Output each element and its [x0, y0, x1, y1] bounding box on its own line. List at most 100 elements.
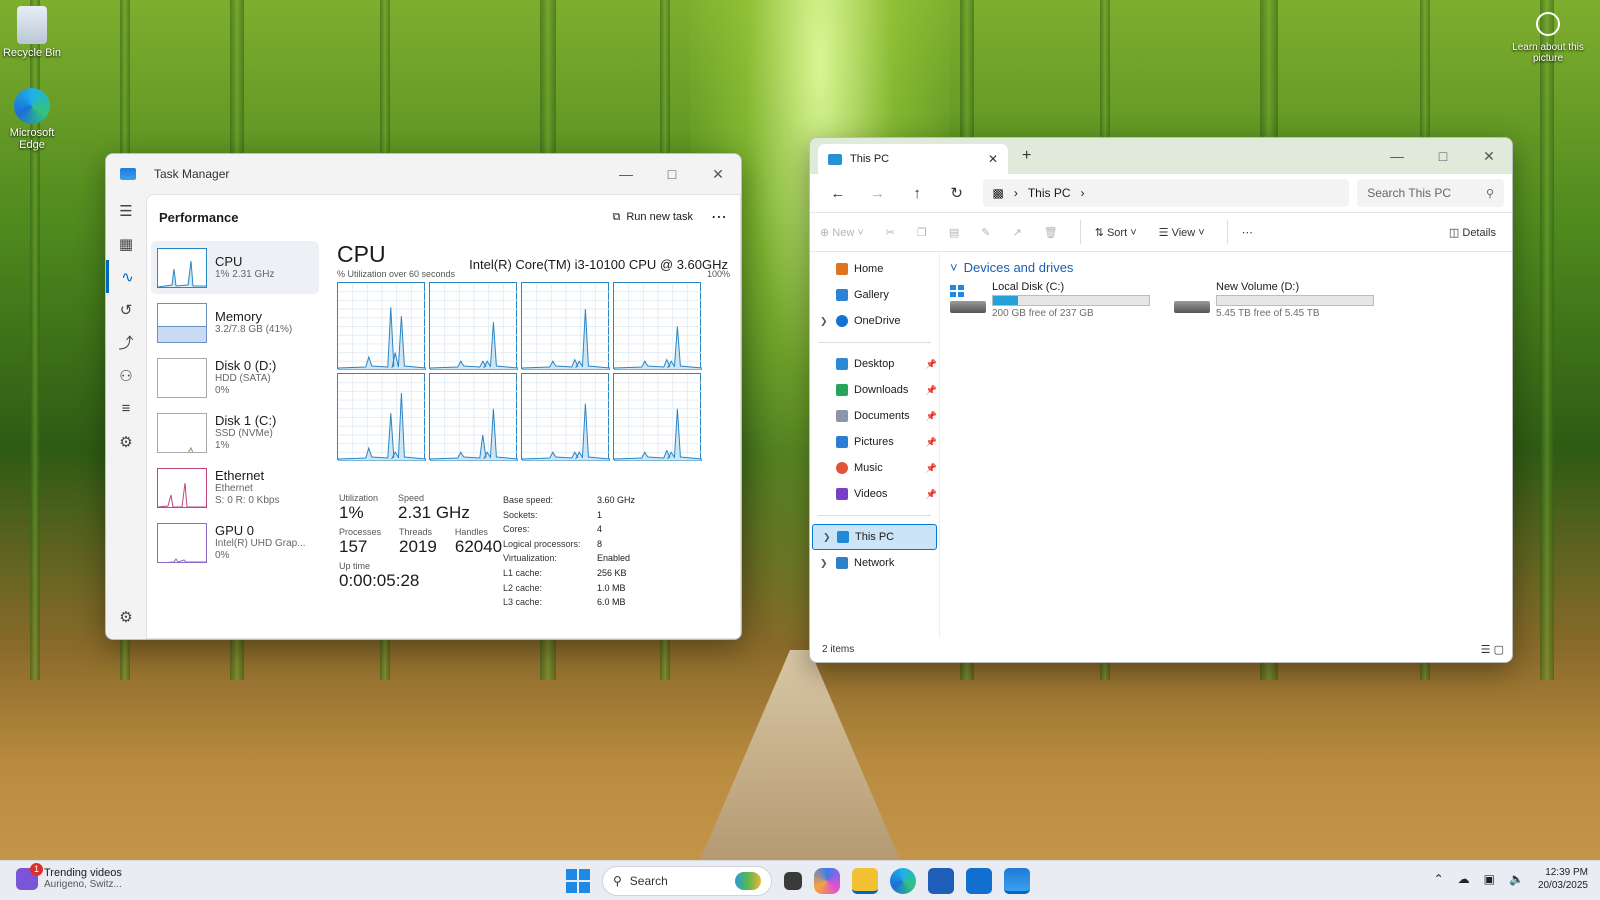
- drive-c[interactable]: Local Disk (C:) 200 GB free of 237 GB: [950, 281, 1160, 319]
- users-icon[interactable]: ⚇: [106, 359, 146, 392]
- edge-shortcut[interactable]: Microsoft Edge: [0, 88, 64, 151]
- nav-item-pictures[interactable]: Pictures 📌: [810, 429, 939, 455]
- minimize-button[interactable]: —: [603, 158, 649, 190]
- search-input[interactable]: Search This PC ⚲: [1357, 179, 1504, 207]
- resource-name: Disk 1 (C:): [215, 413, 277, 428]
- resource-disk1[interactable]: Disk 1 (C:) SSD (NVMe) 1%: [151, 406, 319, 459]
- more-options-button[interactable]: ⋯: [1242, 226, 1253, 239]
- store-icon[interactable]: [928, 868, 954, 894]
- nav-item-videos[interactable]: Videos 📌: [810, 481, 939, 507]
- app-history-icon[interactable]: ↺: [106, 293, 146, 326]
- nav-label: Home: [854, 263, 884, 275]
- resource-memory[interactable]: Memory 3.2/7.8 GB (41%): [151, 296, 319, 349]
- services-icon[interactable]: ⚙: [106, 425, 146, 458]
- tab-this-pc[interactable]: This PC ✕: [818, 144, 1008, 174]
- cut-icon[interactable]: ✂: [886, 226, 895, 239]
- share-icon[interactable]: ↗: [1013, 226, 1022, 239]
- explorer-titlebar[interactable]: This PC ✕ + — □ ✕: [810, 138, 1512, 174]
- task-manager-icon[interactable]: [1004, 868, 1030, 894]
- outlook-icon[interactable]: [966, 868, 992, 894]
- expand-icon[interactable]: ❯: [823, 532, 831, 543]
- nav-item-home[interactable]: Home: [810, 256, 939, 282]
- nav-item-documents[interactable]: Documents 📌: [810, 403, 939, 429]
- close-button[interactable]: ✕: [695, 158, 741, 190]
- up-button[interactable]: ↑: [897, 185, 937, 202]
- minimize-button[interactable]: —: [1374, 140, 1420, 172]
- nav-item-network[interactable]: ❯ Network: [810, 550, 939, 576]
- search-icon: ⚲: [613, 874, 622, 888]
- search-label: Search: [629, 874, 668, 888]
- taskbar-search[interactable]: ⚲ Search: [602, 866, 772, 896]
- clock[interactable]: 12:39 PM 20/03/2025: [1538, 866, 1588, 892]
- processes-icon[interactable]: ▦: [106, 227, 146, 260]
- task-view-icon[interactable]: [784, 872, 802, 890]
- details-icon[interactable]: ≡: [106, 392, 146, 425]
- delete-icon[interactable]: 🗑: [1044, 226, 1058, 239]
- chevron-up-icon[interactable]: ⌃: [1434, 872, 1444, 886]
- copilot-icon[interactable]: [814, 868, 840, 894]
- download-icon: [836, 384, 848, 396]
- close-button[interactable]: ✕: [1466, 140, 1512, 172]
- more-options-button[interactable]: ⋯: [711, 207, 728, 227]
- maximize-button[interactable]: □: [649, 158, 695, 190]
- start-button[interactable]: [566, 869, 590, 893]
- performance-icon[interactable]: ∿: [106, 260, 146, 293]
- new-button[interactable]: ⊕ New ˅: [820, 226, 864, 239]
- spec-row: Base speed: 3.60 GHz: [503, 493, 635, 508]
- nav-item-onedrive[interactable]: ❯ OneDrive: [810, 308, 939, 334]
- hamburger-icon[interactable]: ☰: [106, 194, 146, 227]
- drive-d[interactable]: New Volume (D:) 5.45 TB free of 5.45 TB: [1174, 281, 1384, 319]
- spec-value: 4: [597, 524, 603, 535]
- tiles-view-icon[interactable]: ▢: [1494, 644, 1504, 656]
- back-button[interactable]: ←: [818, 185, 858, 202]
- run-new-task-button[interactable]: ⧉ Run new task: [612, 211, 693, 224]
- refresh-button[interactable]: ↻: [937, 184, 977, 202]
- search-icon: ⚲: [1485, 187, 1494, 200]
- date: 20/03/2025: [1537, 880, 1588, 891]
- resource-ethernet[interactable]: Ethernet Ethernet S: 0 R: 0 Kbps: [151, 461, 319, 514]
- close-tab-button[interactable]: ✕: [988, 152, 998, 166]
- recycle-bin-shortcut[interactable]: Recycle Bin: [0, 6, 64, 59]
- paste-icon[interactable]: ▤: [949, 226, 959, 239]
- forward-button[interactable]: →: [858, 185, 898, 202]
- expand-icon[interactable]: ❯: [820, 558, 828, 569]
- nav-item-gallery[interactable]: Gallery: [810, 282, 939, 308]
- onedrive-icon[interactable]: ☁: [1458, 872, 1470, 886]
- task-manager-titlebar[interactable]: Task Manager — □ ✕: [106, 154, 741, 194]
- view-toggle[interactable]: ☰ ▢: [1481, 643, 1504, 656]
- nav-item-desktop[interactable]: Desktop 📌: [810, 351, 939, 377]
- camera-icon: [1536, 12, 1560, 36]
- sort-button[interactable]: ⇅ Sort ˅: [1095, 226, 1137, 239]
- resource-cpu[interactable]: CPU 1% 2.31 GHz: [151, 241, 319, 294]
- startup-icon[interactable]: ⤴: [106, 326, 146, 359]
- expand-icon[interactable]: ❯: [820, 316, 828, 327]
- file-explorer-icon[interactable]: [852, 868, 878, 894]
- breadcrumb[interactable]: This PC: [1028, 186, 1071, 200]
- resource-gpu[interactable]: GPU 0 Intel(R) UHD Grap... 0%: [151, 516, 319, 569]
- nav-item-downloads[interactable]: Downloads 📌: [810, 377, 939, 403]
- learn-about-picture[interactable]: Learn about this picture: [1508, 12, 1588, 64]
- network-icon[interactable]: ▣: [1484, 872, 1495, 886]
- widgets-button[interactable]: 1 Trending videos Aurigeno, Switz...: [16, 862, 122, 890]
- resource-disk0[interactable]: Disk 0 (D:) HDD (SATA) 0%: [151, 351, 319, 404]
- view-button[interactable]: ☰ View ˅: [1159, 226, 1205, 239]
- pin-icon: 📌: [925, 462, 937, 473]
- document-icon: [836, 410, 848, 422]
- resource-usage: S: 0 R: 0 Kbps: [215, 495, 280, 506]
- details-button[interactable]: ◫ Details: [1449, 226, 1496, 239]
- settings-icon[interactable]: ⚙: [106, 600, 146, 633]
- resource-detail: 3.2/7.8 GB (41%): [215, 324, 293, 335]
- edge-icon[interactable]: [890, 868, 916, 894]
- nav-item-music[interactable]: Music 📌: [810, 455, 939, 481]
- new-tab-button[interactable]: +: [1022, 147, 1031, 165]
- rename-icon[interactable]: ✎: [981, 226, 990, 239]
- copy-icon[interactable]: ❐: [917, 226, 927, 239]
- address-bar[interactable]: ▩ › This PC ›: [982, 179, 1350, 207]
- run-new-task-label: Run new task: [626, 211, 693, 223]
- details-view-icon[interactable]: ☰: [1481, 644, 1491, 656]
- maximize-button[interactable]: □: [1420, 140, 1466, 172]
- volume-icon[interactable]: 🔈: [1509, 872, 1524, 886]
- group-header[interactable]: ˅ Devices and drives: [950, 260, 1512, 275]
- picture-icon: [836, 436, 848, 448]
- nav-item-this-pc[interactable]: ❯ This PC: [812, 524, 937, 550]
